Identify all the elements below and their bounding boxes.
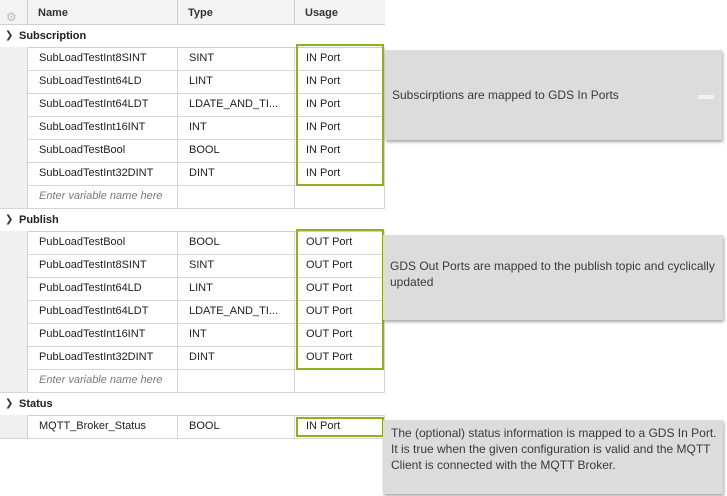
row-selector[interactable] <box>0 116 28 139</box>
variable-name-cell[interactable]: PubLoadTestInt64LDT <box>28 300 178 323</box>
row-selector[interactable] <box>0 346 28 369</box>
grid-header: ⚙ Name Type Usage <box>0 0 385 25</box>
note-text: The (optional) status information is map… <box>391 426 717 472</box>
variable-name-cell[interactable]: PubLoadTestInt8SINT <box>28 254 178 277</box>
column-header-usage[interactable]: Usage <box>295 0 385 24</box>
variable-name-cell[interactable]: SubLoadTestInt8SINT <box>28 47 178 70</box>
variable-name-cell[interactable]: PubLoadTestBool <box>28 231 178 254</box>
new-variable-input[interactable]: Enter variable name here <box>28 185 178 208</box>
variable-name-cell[interactable]: SubLoadTestInt64LD <box>28 70 178 93</box>
row-selector[interactable] <box>0 369 28 392</box>
new-variable-input[interactable]: Enter variable name here <box>28 369 178 392</box>
header-corner[interactable]: ⚙ <box>0 0 28 24</box>
row-selector[interactable] <box>0 323 28 346</box>
row-selector[interactable] <box>0 231 28 254</box>
variable-type-cell[interactable]: LDATE_AND_TI... <box>178 93 295 116</box>
variable-type-cell[interactable]: BOOL <box>178 139 295 162</box>
variable-name-cell[interactable]: SubLoadTestInt32DINT <box>28 162 178 185</box>
note-publish: GDS Out Ports are mapped to the publish … <box>383 235 723 320</box>
variable-type-cell[interactable]: INT <box>178 116 295 139</box>
row-selector[interactable] <box>0 277 28 300</box>
variable-type-cell[interactable] <box>178 185 295 208</box>
row-selector[interactable] <box>0 47 28 70</box>
variable-type-cell[interactable]: SINT <box>178 47 295 70</box>
row-selector[interactable] <box>0 93 28 116</box>
variable-type-cell[interactable]: INT <box>178 323 295 346</box>
variable-name-cell[interactable]: SubLoadTestBool <box>28 139 178 162</box>
note-text: GDS Out Ports are mapped to the publish … <box>390 259 715 289</box>
row-selector[interactable] <box>0 185 28 208</box>
variable-name-cell[interactable]: SubLoadTestInt64LDT <box>28 93 178 116</box>
new-variable-row[interactable]: Enter variable name here <box>0 185 385 209</box>
variable-name-cell[interactable]: PubLoadTestInt64LD <box>28 277 178 300</box>
variable-type-cell[interactable]: LDATE_AND_TI... <box>178 300 295 323</box>
row-selector[interactable] <box>0 70 28 93</box>
row-selector[interactable] <box>0 300 28 323</box>
variable-type-cell[interactable] <box>178 369 295 392</box>
chevron-down-icon[interactable]: ❯ <box>5 25 13 47</box>
note-status: The (optional) status information is map… <box>383 420 723 494</box>
variable-type-cell[interactable]: DINT <box>178 346 295 369</box>
row-selector[interactable] <box>0 254 28 277</box>
note-tab <box>698 95 714 99</box>
row-selector[interactable] <box>0 162 28 185</box>
variable-type-cell[interactable]: LINT <box>178 277 295 300</box>
note-text: Subscirptions are mapped to GDS In Ports <box>392 88 619 102</box>
variable-name-cell[interactable]: SubLoadTestInt16INT <box>28 116 178 139</box>
variable-usage-cell[interactable] <box>295 185 385 208</box>
variable-type-cell[interactable]: BOOL <box>178 231 295 254</box>
publish-usage-highlight <box>296 229 384 370</box>
row-selector[interactable] <box>0 139 28 162</box>
note-subscription: Subscirptions are mapped to GDS In Ports <box>385 50 722 140</box>
variable-name-cell[interactable]: MQTT_Broker_Status <box>28 415 178 438</box>
column-header-name[interactable]: Name <box>28 0 178 24</box>
group-label: Publish <box>19 214 59 226</box>
variable-type-cell[interactable]: LINT <box>178 70 295 93</box>
group-label: Status <box>19 398 53 410</box>
column-header-type[interactable]: Type <box>178 0 295 24</box>
variable-name-cell[interactable]: PubLoadTestInt32DINT <box>28 346 178 369</box>
column-settings-icon[interactable]: ⚙ <box>6 4 22 24</box>
variable-type-cell[interactable]: DINT <box>178 162 295 185</box>
subscription-usage-highlight <box>296 44 384 186</box>
variable-type-cell[interactable]: BOOL <box>178 415 295 438</box>
new-variable-row[interactable]: Enter variable name here <box>0 369 385 393</box>
chevron-down-icon[interactable]: ❯ <box>5 209 13 231</box>
chevron-down-icon[interactable]: ❯ <box>5 393 13 415</box>
variable-type-cell[interactable]: SINT <box>178 254 295 277</box>
variable-usage-cell[interactable] <box>295 369 385 392</box>
variable-name-cell[interactable]: PubLoadTestInt16INT <box>28 323 178 346</box>
group-status[interactable]: ❯ Status <box>0 393 385 416</box>
group-label: Subscription <box>19 30 87 42</box>
row-selector[interactable] <box>0 415 28 438</box>
status-usage-highlight <box>296 417 384 437</box>
